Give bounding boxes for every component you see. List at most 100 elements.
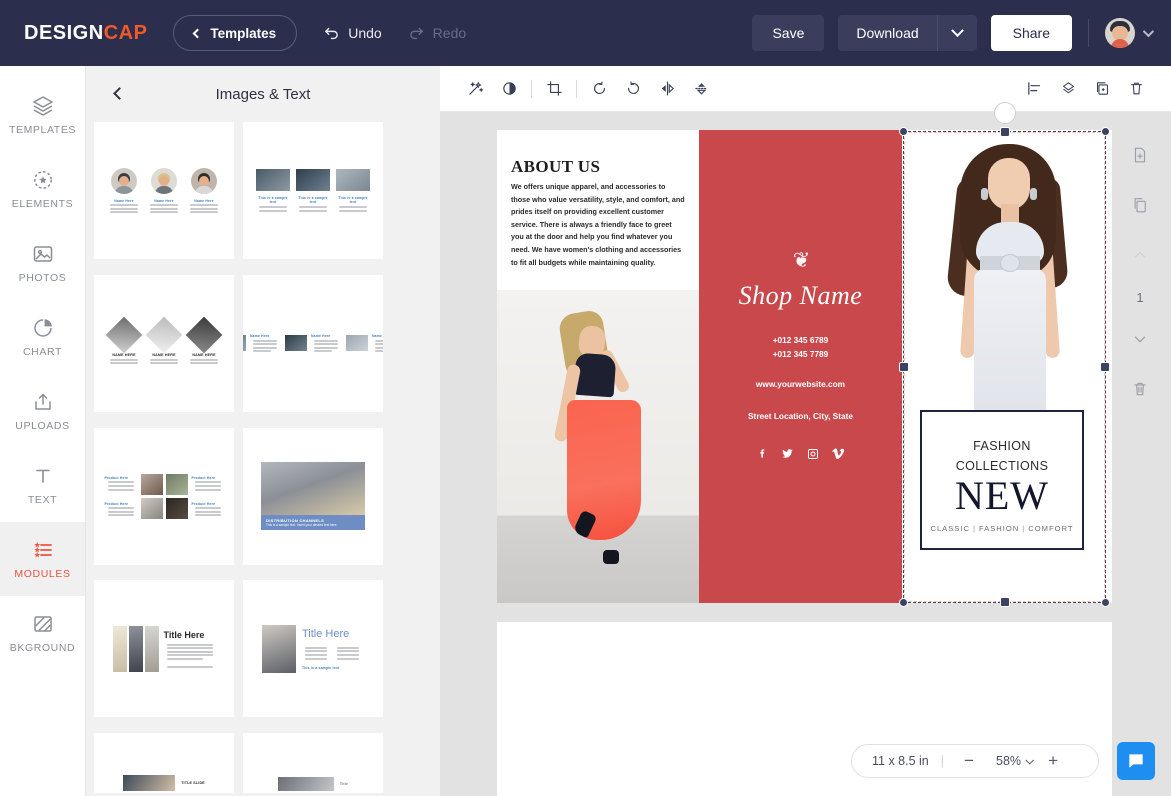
panel-back-button[interactable] — [108, 82, 130, 104]
modules-panel: Images & Text Name Here Name Here Name H… — [86, 66, 440, 796]
module-thumb-four-photo-grid-text[interactable]: Product Here Product Here Product Here P… — [94, 427, 234, 565]
chevron-left-icon — [192, 28, 203, 38]
sidebar-item-elements[interactable]: ELEMENTS — [0, 152, 85, 226]
thumb-art: Title Here — [112, 625, 216, 672]
sidebar-item-label: TEXT — [27, 494, 58, 506]
phone-numbers[interactable]: +012 345 6789 +012 345 7789 — [699, 333, 902, 361]
module-thumb-three-circle-portraits[interactable]: Name Here Name Here Name Here — [94, 122, 234, 259]
module-thumb-image-strip-title[interactable]: Title Here — [94, 580, 234, 718]
duplicate-page-button[interactable] — [1120, 180, 1160, 230]
zoom-bar: 11 x 8.5 in | − 58% + — [851, 744, 1099, 778]
magic-wand-button[interactable] — [458, 72, 492, 106]
sidebar-item-label: UPLOADS — [15, 420, 70, 432]
chevron-down-icon — [950, 23, 964, 37]
zoom-level-dropdown[interactable]: 58% — [996, 754, 1034, 768]
add-page-button[interactable] — [1120, 130, 1160, 180]
module-thumb-three-diamond-portraits[interactable]: NAME HERE NAME HERE NAME HERE — [94, 274, 234, 412]
avatar-face — [1112, 26, 1128, 40]
sidebar-item-label: MODULES — [14, 568, 71, 580]
align-button[interactable] — [1017, 72, 1051, 106]
thumb-art: Title — [277, 777, 348, 793]
design-page-1[interactable]: ABOUT US We offers unique apparel, and a… — [497, 130, 1112, 603]
left-model-photo[interactable] — [497, 290, 699, 603]
canvas-toolbar — [440, 66, 1171, 112]
duplicate-button[interactable] — [1085, 72, 1119, 106]
instagram-icon[interactable] — [807, 447, 819, 465]
next-page-button[interactable] — [1120, 314, 1160, 364]
zoom-in-button[interactable]: + — [1040, 748, 1066, 774]
sidebar-item-modules[interactable]: ★ ★ ★ MODULES — [0, 522, 85, 596]
flip-horizontal-button[interactable] — [650, 72, 684, 106]
rotate-right-button[interactable] — [616, 72, 650, 106]
sidebar-item-label: PHOTOS — [18, 272, 67, 284]
sidebar-item-text[interactable]: TEXT — [0, 448, 85, 522]
vimeo-icon[interactable] — [831, 447, 845, 465]
flip-vertical-button[interactable] — [684, 72, 718, 106]
sidebar-item-chart[interactable]: CHART — [0, 300, 85, 374]
sidebar-item-uploads[interactable]: UPLOADS — [0, 374, 85, 448]
app-logo[interactable]: DESIGNCAP — [24, 22, 147, 45]
redo-label: Redo — [432, 25, 467, 41]
redo-icon — [409, 27, 423, 39]
sidebar-item-label: TEMPLATES — [8, 124, 77, 136]
module-thumb-title-slide-partial[interactable]: TITLE SLIDE — [94, 733, 234, 794]
module-thumb-three-photo-side-text[interactable]: Name Here Name Here Name Here — [243, 274, 383, 412]
previous-page-button[interactable] — [1120, 230, 1160, 280]
templates-button[interactable]: Templates — [173, 15, 298, 51]
undo-button[interactable]: Undo — [323, 25, 382, 42]
page-number: 1 — [1136, 289, 1144, 305]
chevron-down-icon — [1134, 336, 1146, 343]
tag-comfort: COMFORT — [1028, 524, 1074, 533]
layers-icon — [32, 96, 53, 116]
module-thumb-phone-photo-title[interactable]: Title Here This is a sample text — [243, 580, 383, 718]
twitter-icon[interactable] — [781, 447, 794, 465]
collection-tags: CLASSIC | FASHION | COMFORT — [922, 524, 1082, 533]
thumb-title: Title Here — [163, 629, 205, 640]
trash-icon — [1134, 382, 1146, 396]
thumb-art: DISTRIBUTION CHANNELS This is a sample t… — [261, 462, 365, 531]
redo-button[interactable]: Redo — [408, 25, 466, 42]
thumb-title: Title Here — [302, 628, 350, 641]
about-body: We offers unique apparel, and accessorie… — [511, 182, 685, 267]
sidebar-item-label: CHART — [23, 346, 62, 358]
module-thumb-three-photo-captions[interactable]: This is a sample text This is a sample t… — [243, 122, 383, 259]
logo-second: CAP — [103, 21, 148, 44]
arrange-layers-button[interactable] — [1051, 72, 1085, 106]
street-address[interactable]: Street Location, City, State — [699, 411, 902, 421]
shop-name[interactable]: Shop Name — [699, 281, 902, 311]
module-thumb-distribution-channels[interactable]: DISTRIBUTION CHANNELS This is a sample t… — [243, 427, 383, 565]
page-rail: 1 — [1116, 130, 1164, 460]
ornament-icon: ❦ — [792, 249, 811, 272]
contrast-button[interactable] — [492, 72, 526, 106]
thumb-art: Name Here Name Here Name Here — [107, 167, 221, 214]
delete-button[interactable] — [1119, 72, 1153, 106]
collection-headline: NEW — [954, 473, 1050, 518]
module-thumb-title-partial[interactable]: Title — [243, 733, 383, 794]
thumb-art: This is a sample text This is a sample t… — [256, 169, 370, 212]
sidebar-item-bkground[interactable]: BKGROUND — [0, 596, 85, 670]
undo-label: Undo — [348, 25, 382, 41]
delete-page-button[interactable] — [1120, 364, 1160, 414]
undo-icon — [325, 27, 339, 39]
download-dropdown-button[interactable] — [936, 15, 977, 51]
add-page-icon — [1134, 147, 1146, 163]
save-button[interactable]: Save — [752, 15, 825, 51]
account-menu[interactable] — [1105, 18, 1155, 48]
download-button[interactable]: Download — [838, 15, 937, 51]
share-button[interactable]: Share — [990, 15, 1072, 51]
crop-button[interactable] — [537, 72, 571, 106]
zoom-out-button[interactable]: − — [956, 748, 982, 774]
magic-wand-icon — [468, 81, 483, 95]
new-collection-box[interactable]: FASHION COLLECTIONS NEW CLASSIC | FASHION |… — [920, 410, 1084, 550]
sidebar-item-photos[interactable]: PHOTOS — [0, 226, 85, 300]
facebook-icon[interactable] — [757, 447, 768, 465]
thumb-art: Name Here Name Here Name Here — [243, 334, 383, 353]
rotate-left-button[interactable] — [582, 72, 616, 106]
model-figure — [549, 309, 649, 564]
tag-separator-2: | — [1022, 524, 1026, 533]
designcap-editor: DESIGNCAP Templates Undo Redo Save Downl… — [0, 0, 1171, 796]
sidebar-item-templates[interactable]: TEMPLATES — [0, 78, 85, 152]
chat-support-button[interactable] — [1117, 742, 1155, 780]
website-url[interactable]: www.yourwebsite.com — [699, 379, 902, 389]
left-rail: TEMPLATES ELEMENTS PHOTOS CHART UPLOADS — [0, 66, 86, 796]
